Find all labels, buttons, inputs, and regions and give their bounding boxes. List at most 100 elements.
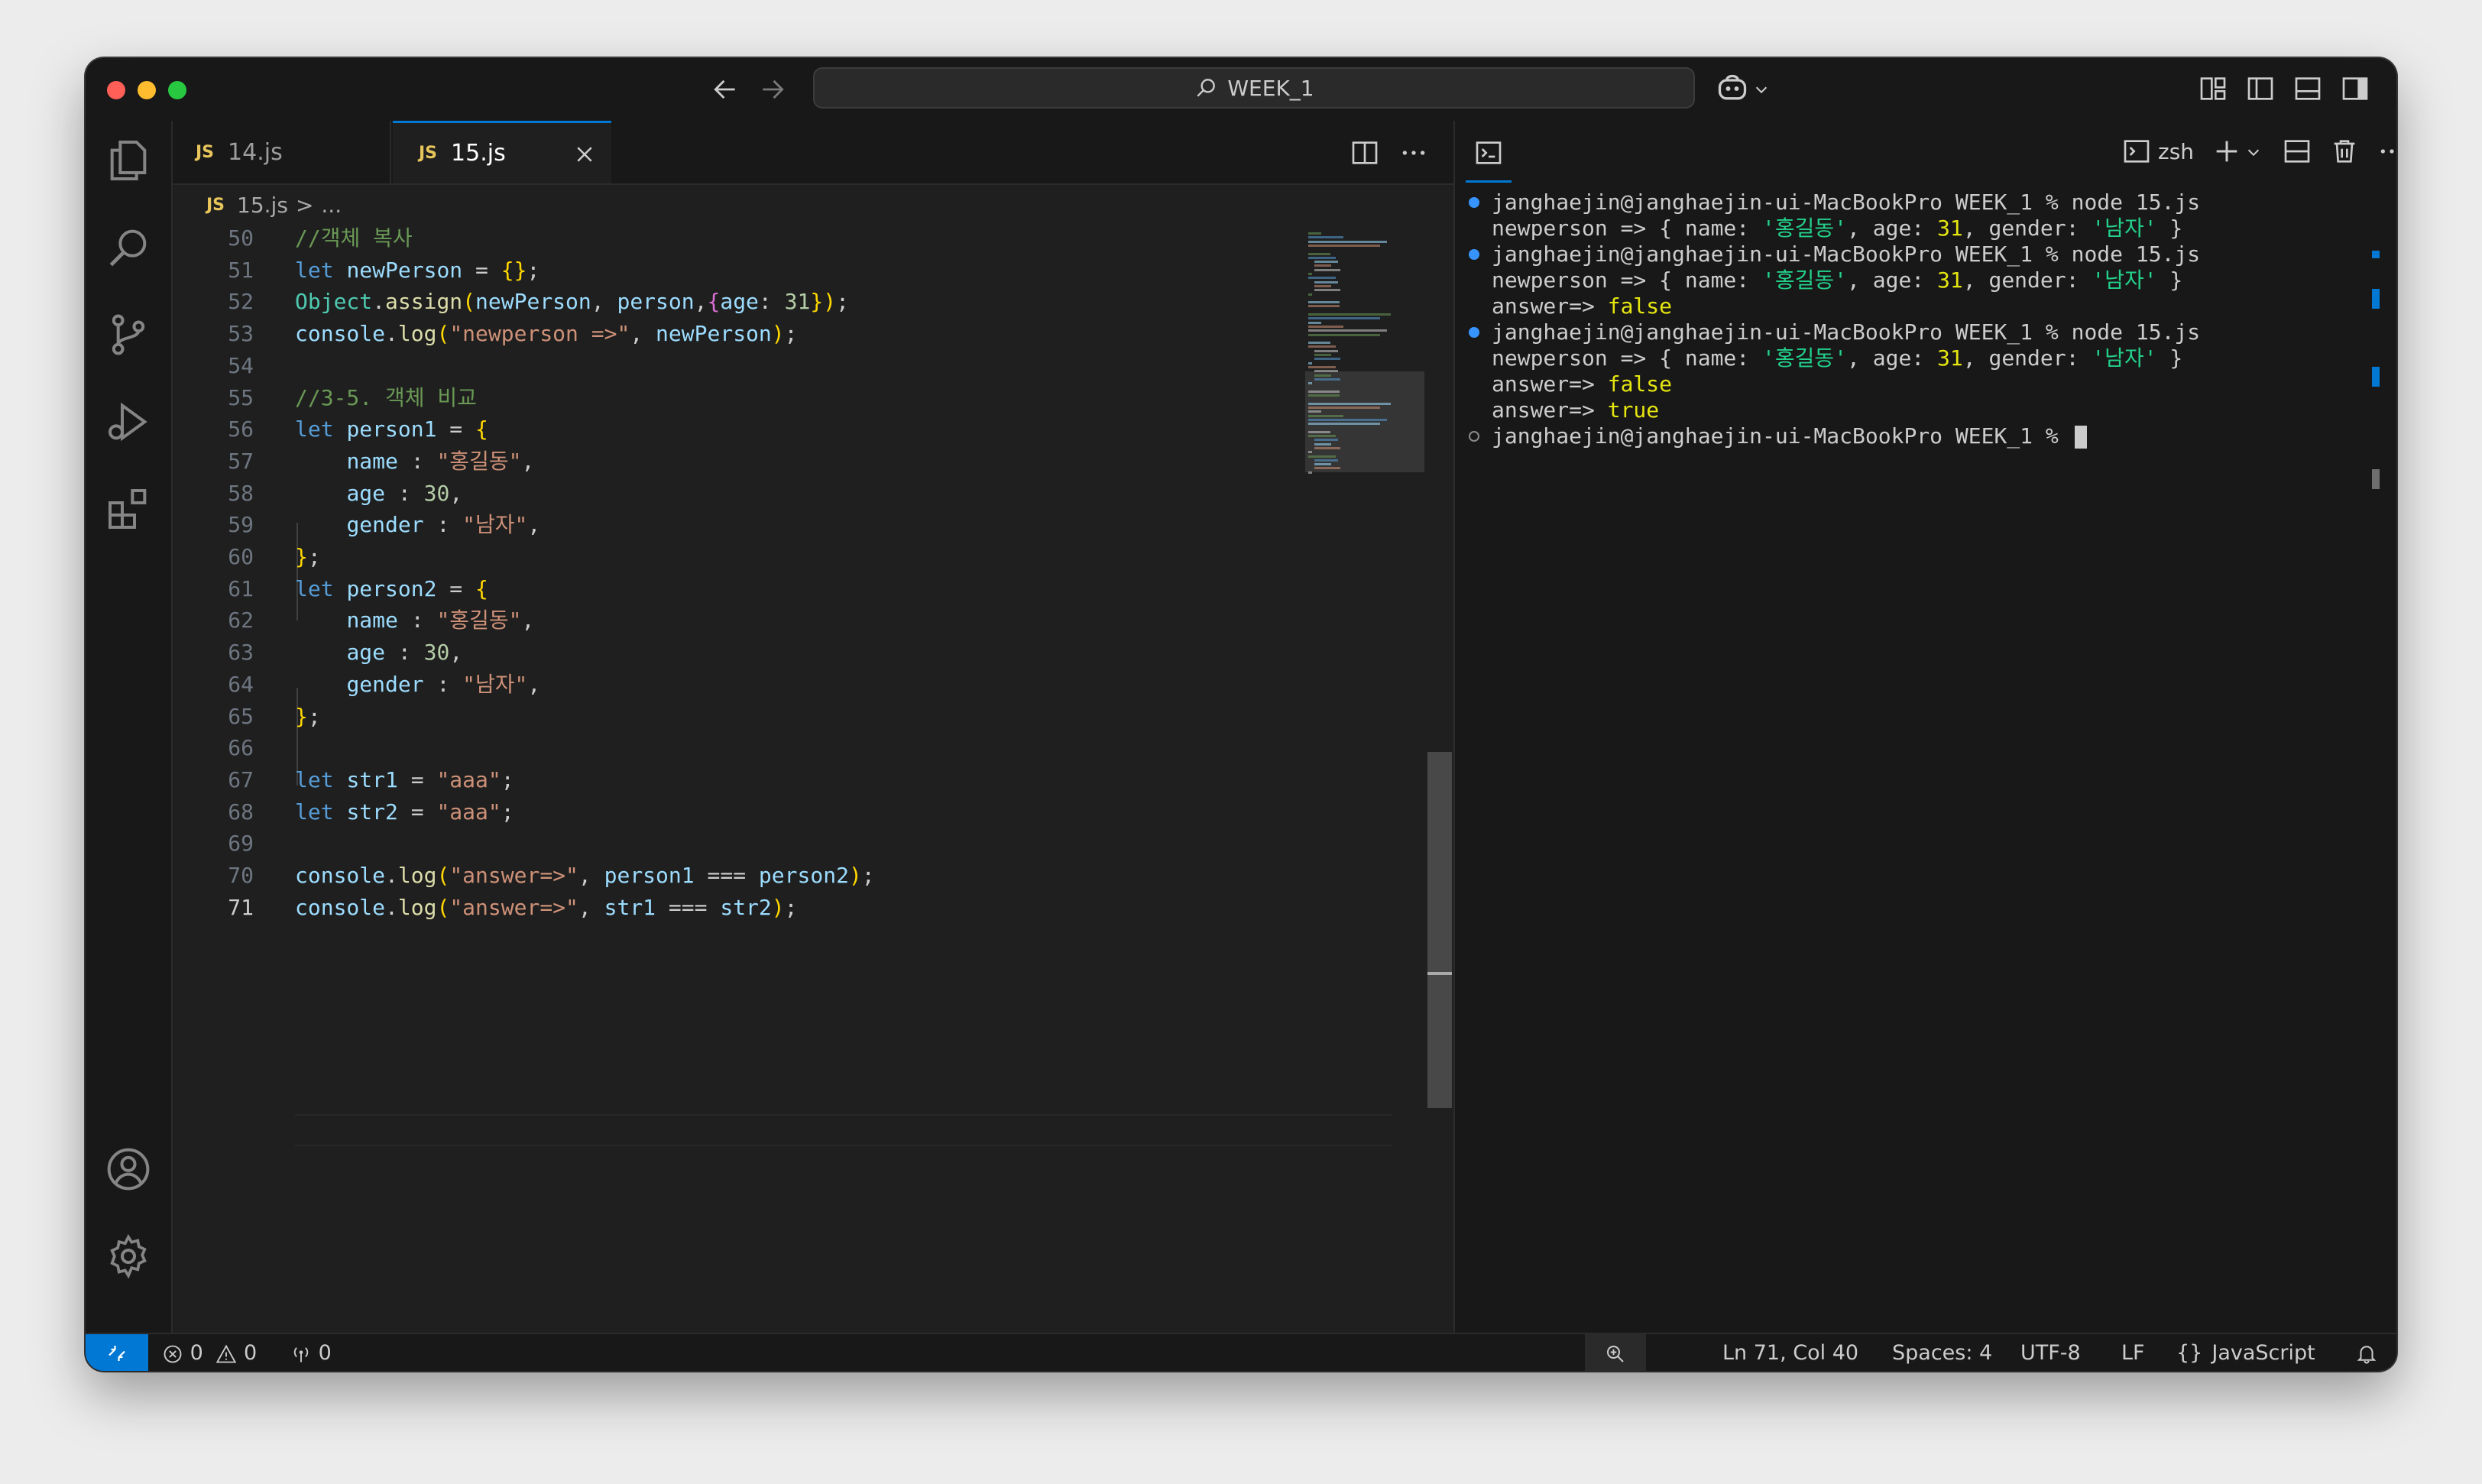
- line-number: 60: [228, 544, 254, 569]
- minimap-line: [1308, 471, 1312, 474]
- terminal-output[interactable]: janghaejin@janghaejin-ui-MacBookPro WEEK…: [1455, 183, 2396, 1333]
- indentation-setting[interactable]: Spaces: 4: [1892, 1334, 1992, 1371]
- breadcrumb-file[interactable]: 15.js: [237, 193, 288, 218]
- run-debug-icon[interactable]: [104, 397, 153, 446]
- toggle-primary-sidebar-icon[interactable]: [2245, 73, 2276, 104]
- encoding-setting[interactable]: UTF-8: [2020, 1334, 2081, 1371]
- code-line[interactable]: 60};: [173, 540, 1304, 573]
- code-line[interactable]: 69: [173, 827, 1304, 860]
- code-line[interactable]: 59 gender : "남자",: [173, 508, 1304, 541]
- command-center-search[interactable]: WEEK_1: [813, 67, 1695, 109]
- editor-scrollbar[interactable]: [1427, 752, 1452, 1108]
- minimap-line: [1308, 345, 1336, 348]
- code-line[interactable]: 50 //객체 복사: [173, 222, 1304, 254]
- ports-indicator[interactable]: 0: [290, 1334, 332, 1371]
- code-line[interactable]: 51 let newPerson = {};: [173, 254, 1304, 287]
- end-of-line-setting[interactable]: LF: [2121, 1334, 2145, 1371]
- accounts-icon[interactable]: [104, 1145, 153, 1194]
- zoom-window-button[interactable]: [168, 81, 186, 99]
- tab-label: 14.js: [228, 138, 283, 166]
- new-terminal-plus-icon[interactable]: [2211, 136, 2242, 167]
- command-decoration-icon[interactable]: [1469, 249, 1479, 260]
- code-line[interactable]: 70 console.log("answer=>", person1 === pe…: [173, 859, 1304, 892]
- chevron-down-icon[interactable]: [2245, 144, 2262, 160]
- toggle-secondary-sidebar-icon[interactable]: [2340, 73, 2370, 104]
- remote-indicator[interactable]: [86, 1334, 148, 1371]
- minimize-window-button[interactable]: [138, 81, 156, 99]
- minimap-line: [1308, 317, 1380, 320]
- more-actions-icon[interactable]: [1398, 138, 1429, 168]
- terminal-shell-name[interactable]: zsh: [2158, 136, 2194, 168]
- notifications-bell-icon[interactable]: [2355, 1342, 2378, 1365]
- code-line[interactable]: 53 console.log("newperson =>", newPerson)…: [173, 317, 1304, 350]
- minimap-line: [1308, 394, 1340, 397]
- split-terminal-icon[interactable]: [2282, 136, 2312, 167]
- chevron-down-icon[interactable]: [1753, 81, 1770, 98]
- command-decoration-icon[interactable]: [1469, 197, 1479, 208]
- breadcrumb-symbols[interactable]: ...: [321, 193, 342, 218]
- minimap-line: [1308, 451, 1312, 454]
- command-decoration-icon[interactable]: [1469, 327, 1479, 338]
- problems-indicator[interactable]: 0 0: [162, 1334, 257, 1371]
- trash-icon[interactable]: [2329, 136, 2360, 167]
- line-number: 62: [228, 608, 254, 633]
- code-line[interactable]: 64 gender : "남자",: [173, 668, 1304, 701]
- manage-gear-icon[interactable]: [104, 1232, 153, 1281]
- line-number: 55: [228, 384, 254, 410]
- customize-layout-icon[interactable]: [2198, 73, 2228, 104]
- code-line[interactable]: 61 let person2 = {: [173, 572, 1304, 605]
- code-line[interactable]: 62 name : "홍길동",: [173, 604, 1304, 637]
- terminal-line: answer=> true: [1492, 397, 1660, 423]
- code-line[interactable]: 56 let person1 = {: [173, 413, 1304, 446]
- code-line[interactable]: 68 let str2 = "aaa";: [173, 795, 1304, 828]
- split-editor-icon[interactable]: [1350, 138, 1380, 168]
- code-editor[interactable]: 50 //객체 복사 51 let newPerson = {}; 52 Object.a…: [173, 225, 1392, 1333]
- terminal-icon[interactable]: [1473, 138, 1504, 168]
- code-line[interactable]: 58 age : 30,: [173, 477, 1304, 510]
- source-control-icon[interactable]: [104, 310, 153, 359]
- javascript-file-icon: JS: [419, 144, 438, 163]
- minimap-line: [1308, 390, 1340, 393]
- tab-14-js[interactable]: JS 14.js: [173, 121, 391, 183]
- more-actions-icon[interactable]: [2377, 136, 2396, 167]
- activity-bar: [86, 121, 173, 1333]
- search-sidebar-icon[interactable]: [104, 223, 153, 272]
- code-line[interactable]: 63 age : 30,: [173, 636, 1304, 669]
- code-line[interactable]: 66: [173, 731, 1304, 764]
- close-tab-icon[interactable]: [573, 143, 596, 166]
- explorer-files-icon[interactable]: [104, 136, 153, 185]
- code-line[interactable]: 71 console.log("answer=>", str1 === str2)…: [173, 891, 1304, 924]
- minimap-line: [1308, 410, 1321, 413]
- minimap-line: [1308, 293, 1312, 296]
- code-line[interactable]: 52 Object.assign(newPerson, person,{age: …: [173, 285, 1304, 318]
- error-count: 0: [190, 1341, 203, 1365]
- minimap-line: [1308, 418, 1388, 421]
- current-line-highlight: [295, 1114, 1392, 1146]
- minimap-line: [1314, 358, 1340, 361]
- forward-arrow-icon[interactable]: [758, 75, 787, 104]
- minimap-line: [1314, 370, 1339, 373]
- code-line[interactable]: 67 let str1 = "aaa";: [173, 763, 1304, 796]
- code-line[interactable]: 55 //3-5. 객체 비교: [173, 381, 1304, 414]
- terminal-cursor: [2074, 426, 2087, 449]
- minimap-line: [1308, 430, 1330, 433]
- status-bar: 0 0 0 Ln 71, Col 40 Spaces: 4 UTF-8 LF {…: [86, 1333, 2396, 1371]
- line-code: console.log("answer=>", person1 === pers…: [295, 863, 875, 888]
- command-decoration-icon[interactable]: [1469, 431, 1479, 442]
- code-line[interactable]: 65};: [173, 700, 1304, 733]
- toggle-panel-icon[interactable]: [2292, 73, 2323, 104]
- zoom-indicator[interactable]: [1585, 1334, 1646, 1371]
- tab-label: 15.js: [451, 140, 506, 167]
- minimap[interactable]: [1305, 226, 1424, 532]
- language-mode[interactable]: {} JavaScript: [2176, 1334, 2315, 1371]
- cursor-position[interactable]: Ln 71, Col 40: [1722, 1334, 1858, 1371]
- minimap-line: [1308, 252, 1330, 255]
- code-line[interactable]: 54: [173, 349, 1304, 382]
- copilot-icon[interactable]: [1715, 72, 1750, 105]
- code-line[interactable]: 57 name : "홍길동",: [173, 445, 1304, 478]
- line-number: 56: [228, 416, 254, 442]
- back-arrow-icon[interactable]: [711, 75, 740, 104]
- tab-15-js[interactable]: JS 15.js: [393, 121, 611, 183]
- close-window-button[interactable]: [107, 81, 125, 99]
- extensions-icon[interactable]: [104, 484, 153, 533]
